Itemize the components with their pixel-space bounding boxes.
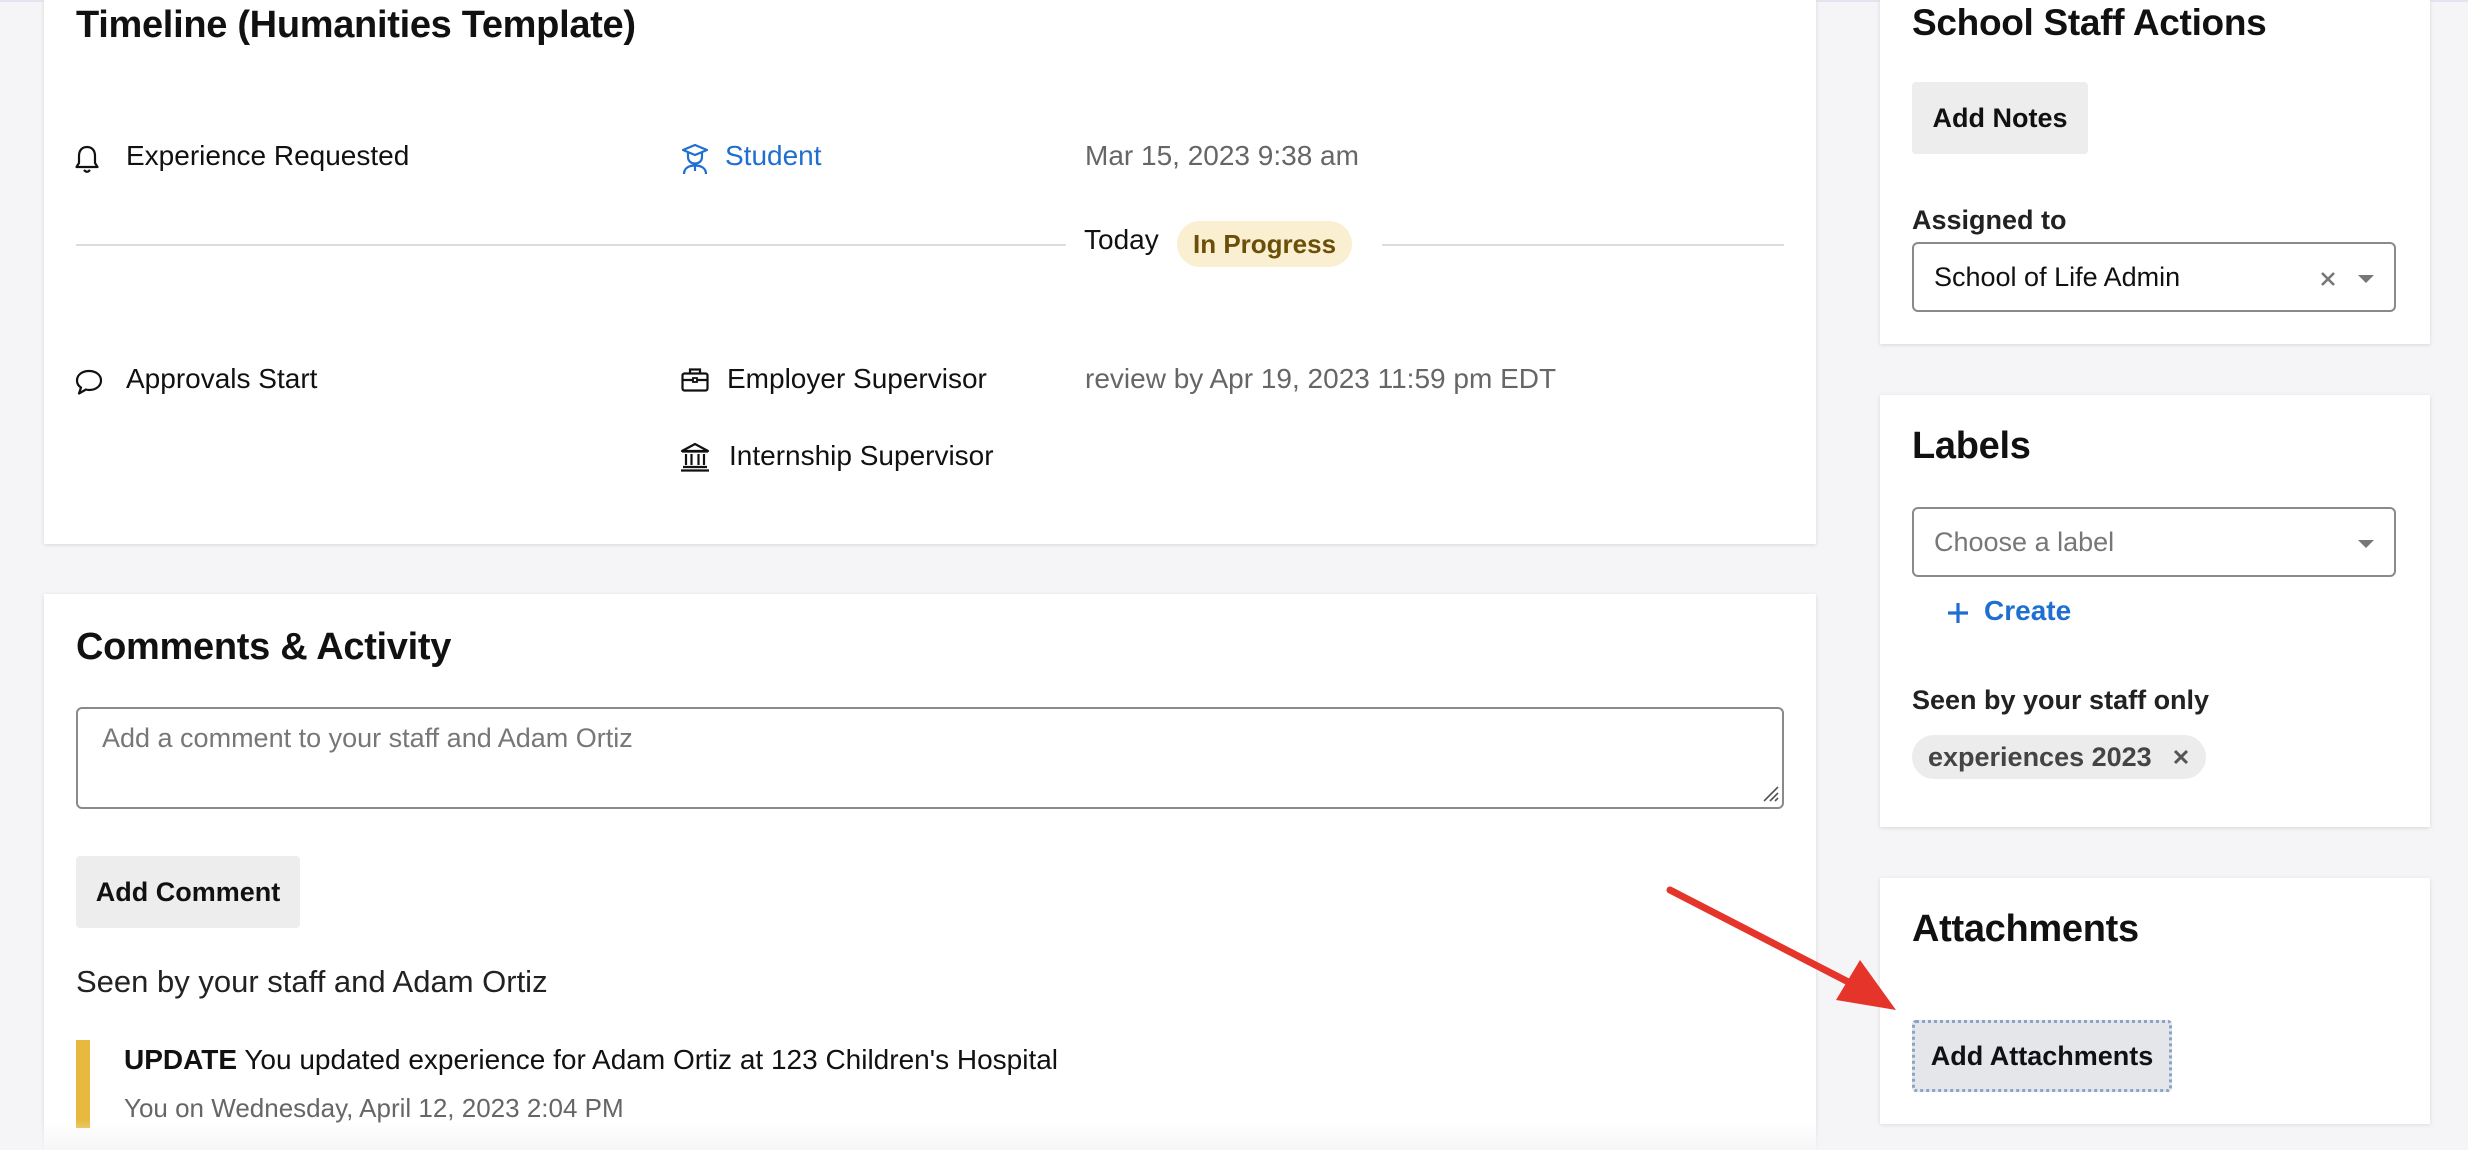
attachments-card: Attachments Add Attachments <box>1880 878 2430 1124</box>
event-actor-employer-supervisor: Employer Supervisor <box>727 363 987 394</box>
labels-card: Labels Choose a label Create Seen by you… <box>1880 395 2430 827</box>
assigned-to-label: Assigned to <box>1912 205 2067 235</box>
attachments-title: Attachments <box>1912 908 2139 950</box>
plus-icon <box>1948 603 1968 623</box>
student-icon <box>681 143 709 175</box>
label-chip: experiences 2023 <box>1912 735 2206 779</box>
event-actor-student-link[interactable]: Student <box>725 140 822 172</box>
event-timestamp: review by Apr 19, 2023 11:59 pm EDT <box>1085 363 1557 394</box>
timeline-title: Timeline (Humanities Template) <box>76 4 636 46</box>
event-name: Approvals Start <box>126 363 318 394</box>
activity-message: You updated experience for Adam Ortiz at… <box>244 1044 1059 1075</box>
add-comment-button[interactable]: Add Comment <box>76 856 300 928</box>
assigned-to-select[interactable]: School of Life Admin <box>1912 242 2396 312</box>
event-name: Experience Requested <box>126 140 410 171</box>
activity-type: UPDATE <box>124 1044 238 1075</box>
comments-title: Comments & Activity <box>76 626 452 668</box>
comments-visibility-note: Seen by your staff and Adam Ortiz <box>76 964 548 999</box>
activity-update-bar <box>76 1040 90 1128</box>
assigned-to-value: School of Life Admin <box>1934 262 2181 292</box>
institution-icon <box>680 442 710 472</box>
today-divider-left <box>76 244 1066 246</box>
remove-label-icon[interactable] <box>2172 748 2190 766</box>
event-actor-internship-supervisor: Internship Supervisor <box>729 440 994 471</box>
clear-icon[interactable] <box>2318 269 2338 289</box>
event-timestamp: Mar 15, 2023 9:38 am <box>1085 140 1359 171</box>
speech-bubble-icon <box>75 369 103 395</box>
staff-actions-title: School Staff Actions <box>1912 2 2267 43</box>
bell-icon <box>75 145 99 173</box>
chevron-down-icon[interactable] <box>2356 537 2376 551</box>
label-chip-text: experiences 2023 <box>1928 742 2152 772</box>
resize-handle-icon[interactable] <box>1760 783 1780 803</box>
annotation-arrow-icon <box>1666 886 1896 1010</box>
status-badge: In Progress <box>1177 221 1353 267</box>
chevron-down-icon[interactable] <box>2356 272 2376 286</box>
today-label: Today <box>1084 224 1159 255</box>
add-attachments-button[interactable]: Add Attachments <box>1912 1020 2172 1092</box>
staff-actions-card: School Staff Actions Add Notes Assigned … <box>1880 0 2430 344</box>
comment-input[interactable] <box>76 707 1784 809</box>
timeline-card: Timeline (Humanities Template) Experienc… <box>44 0 1816 544</box>
label-select-placeholder: Choose a label <box>1934 527 2115 557</box>
add-notes-button[interactable]: Add Notes <box>1912 82 2088 154</box>
briefcase-icon <box>681 368 709 392</box>
label-select[interactable]: Choose a label <box>1912 507 2396 577</box>
labels-visibility-note: Seen by your staff only <box>1912 685 2210 715</box>
labels-title: Labels <box>1912 425 2031 467</box>
today-divider-right <box>1382 244 1784 246</box>
bottom-fade <box>0 1120 2468 1150</box>
create-label-text: Create <box>1984 595 2072 626</box>
activity-item: UPDATE You updated experience for Adam O… <box>124 1044 1058 1076</box>
